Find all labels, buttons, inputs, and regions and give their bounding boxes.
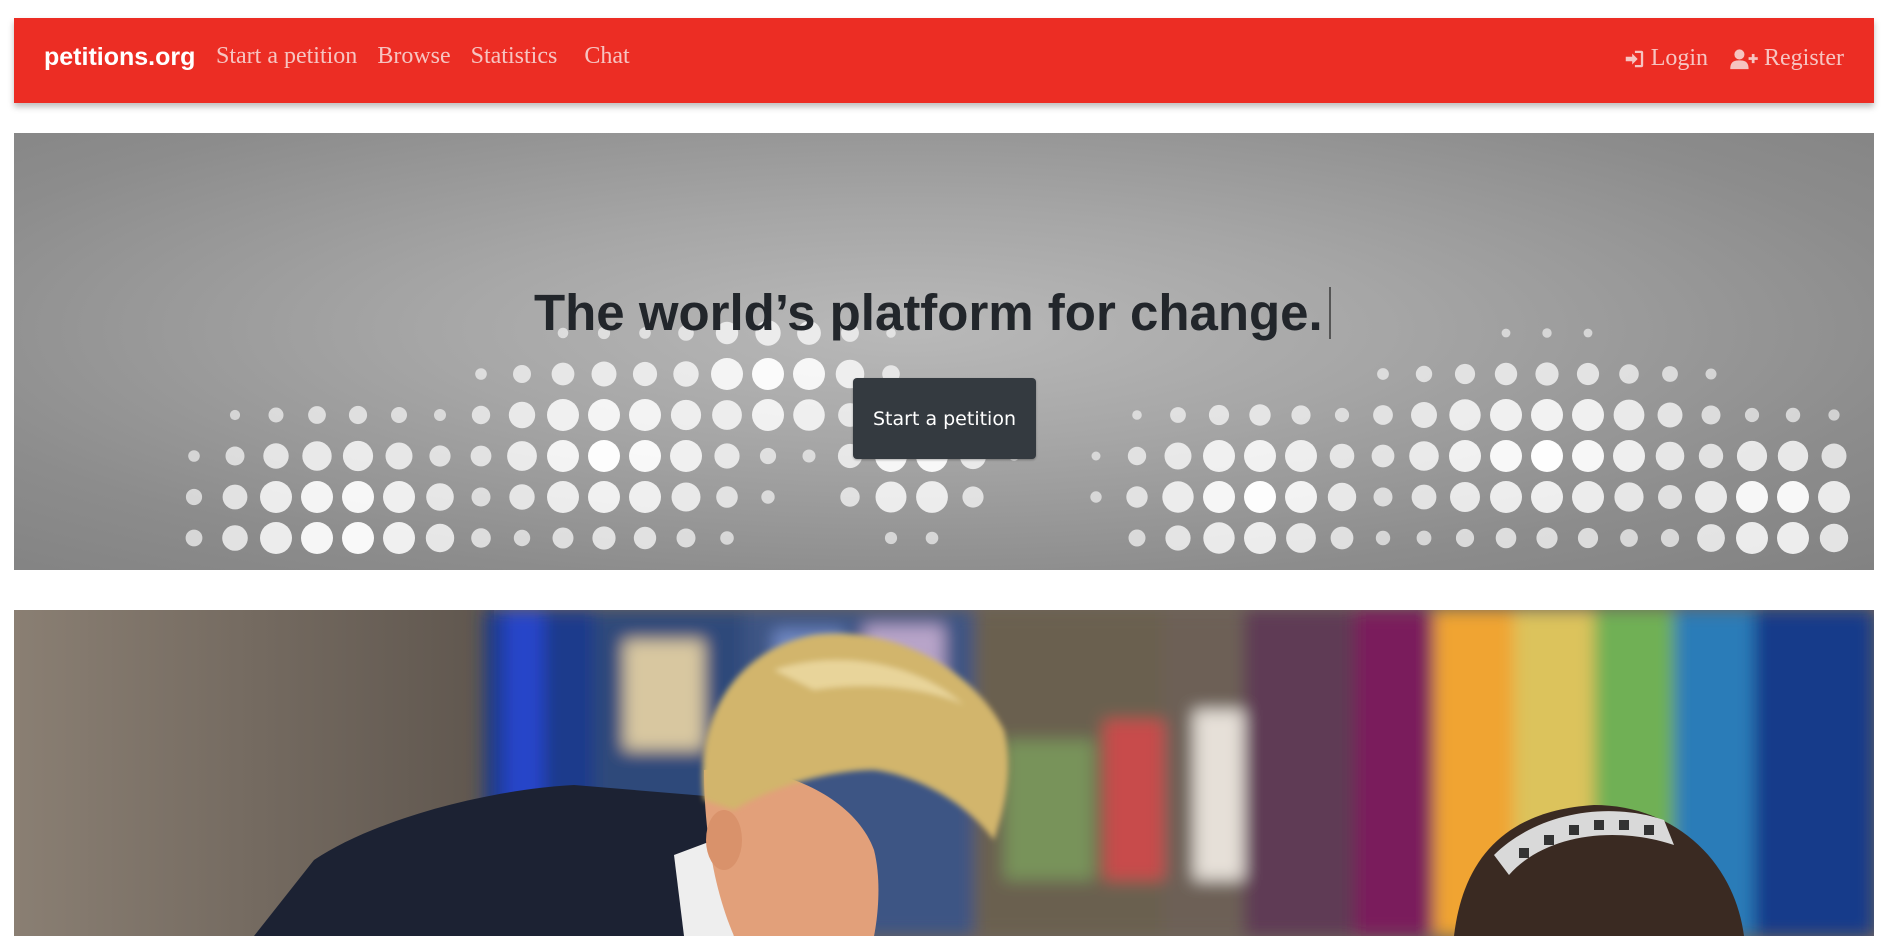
user-plus-icon <box>1730 48 1758 70</box>
nav-start-petition[interactable]: Start a petition <box>216 43 357 70</box>
register-label: Register <box>1764 45 1844 71</box>
nav-browse[interactable]: Browse <box>377 43 450 70</box>
featured-photo <box>14 610 1874 936</box>
hero-title-text: The world’s platform for change. <box>534 284 1323 341</box>
top-navbar: petitions.org Start a petition Browse St… <box>14 18 1874 103</box>
text-caret <box>1328 286 1331 339</box>
hero-banner: The world’s platform for change. Start a… <box>14 133 1874 570</box>
nav-statistics[interactable]: Statistics <box>471 43 558 70</box>
auth-links: Login Register <box>1623 45 1844 72</box>
photo-illustration <box>14 610 1874 936</box>
login-link[interactable]: Login <box>1623 45 1708 72</box>
hero-start-petition-button[interactable]: Start a petition <box>853 378 1036 459</box>
brand-logo[interactable]: petitions.org <box>44 43 195 72</box>
register-link[interactable]: Register <box>1730 45 1844 72</box>
sign-in-icon <box>1623 48 1645 70</box>
dotted-world-map <box>185 320 1850 554</box>
nav-links: Start a petition Browse Statistics Chat <box>216 43 650 70</box>
hero-title: The world’s platform for change. <box>534 283 1331 343</box>
nav-chat[interactable]: Chat <box>584 43 629 70</box>
login-label: Login <box>1650 45 1709 71</box>
